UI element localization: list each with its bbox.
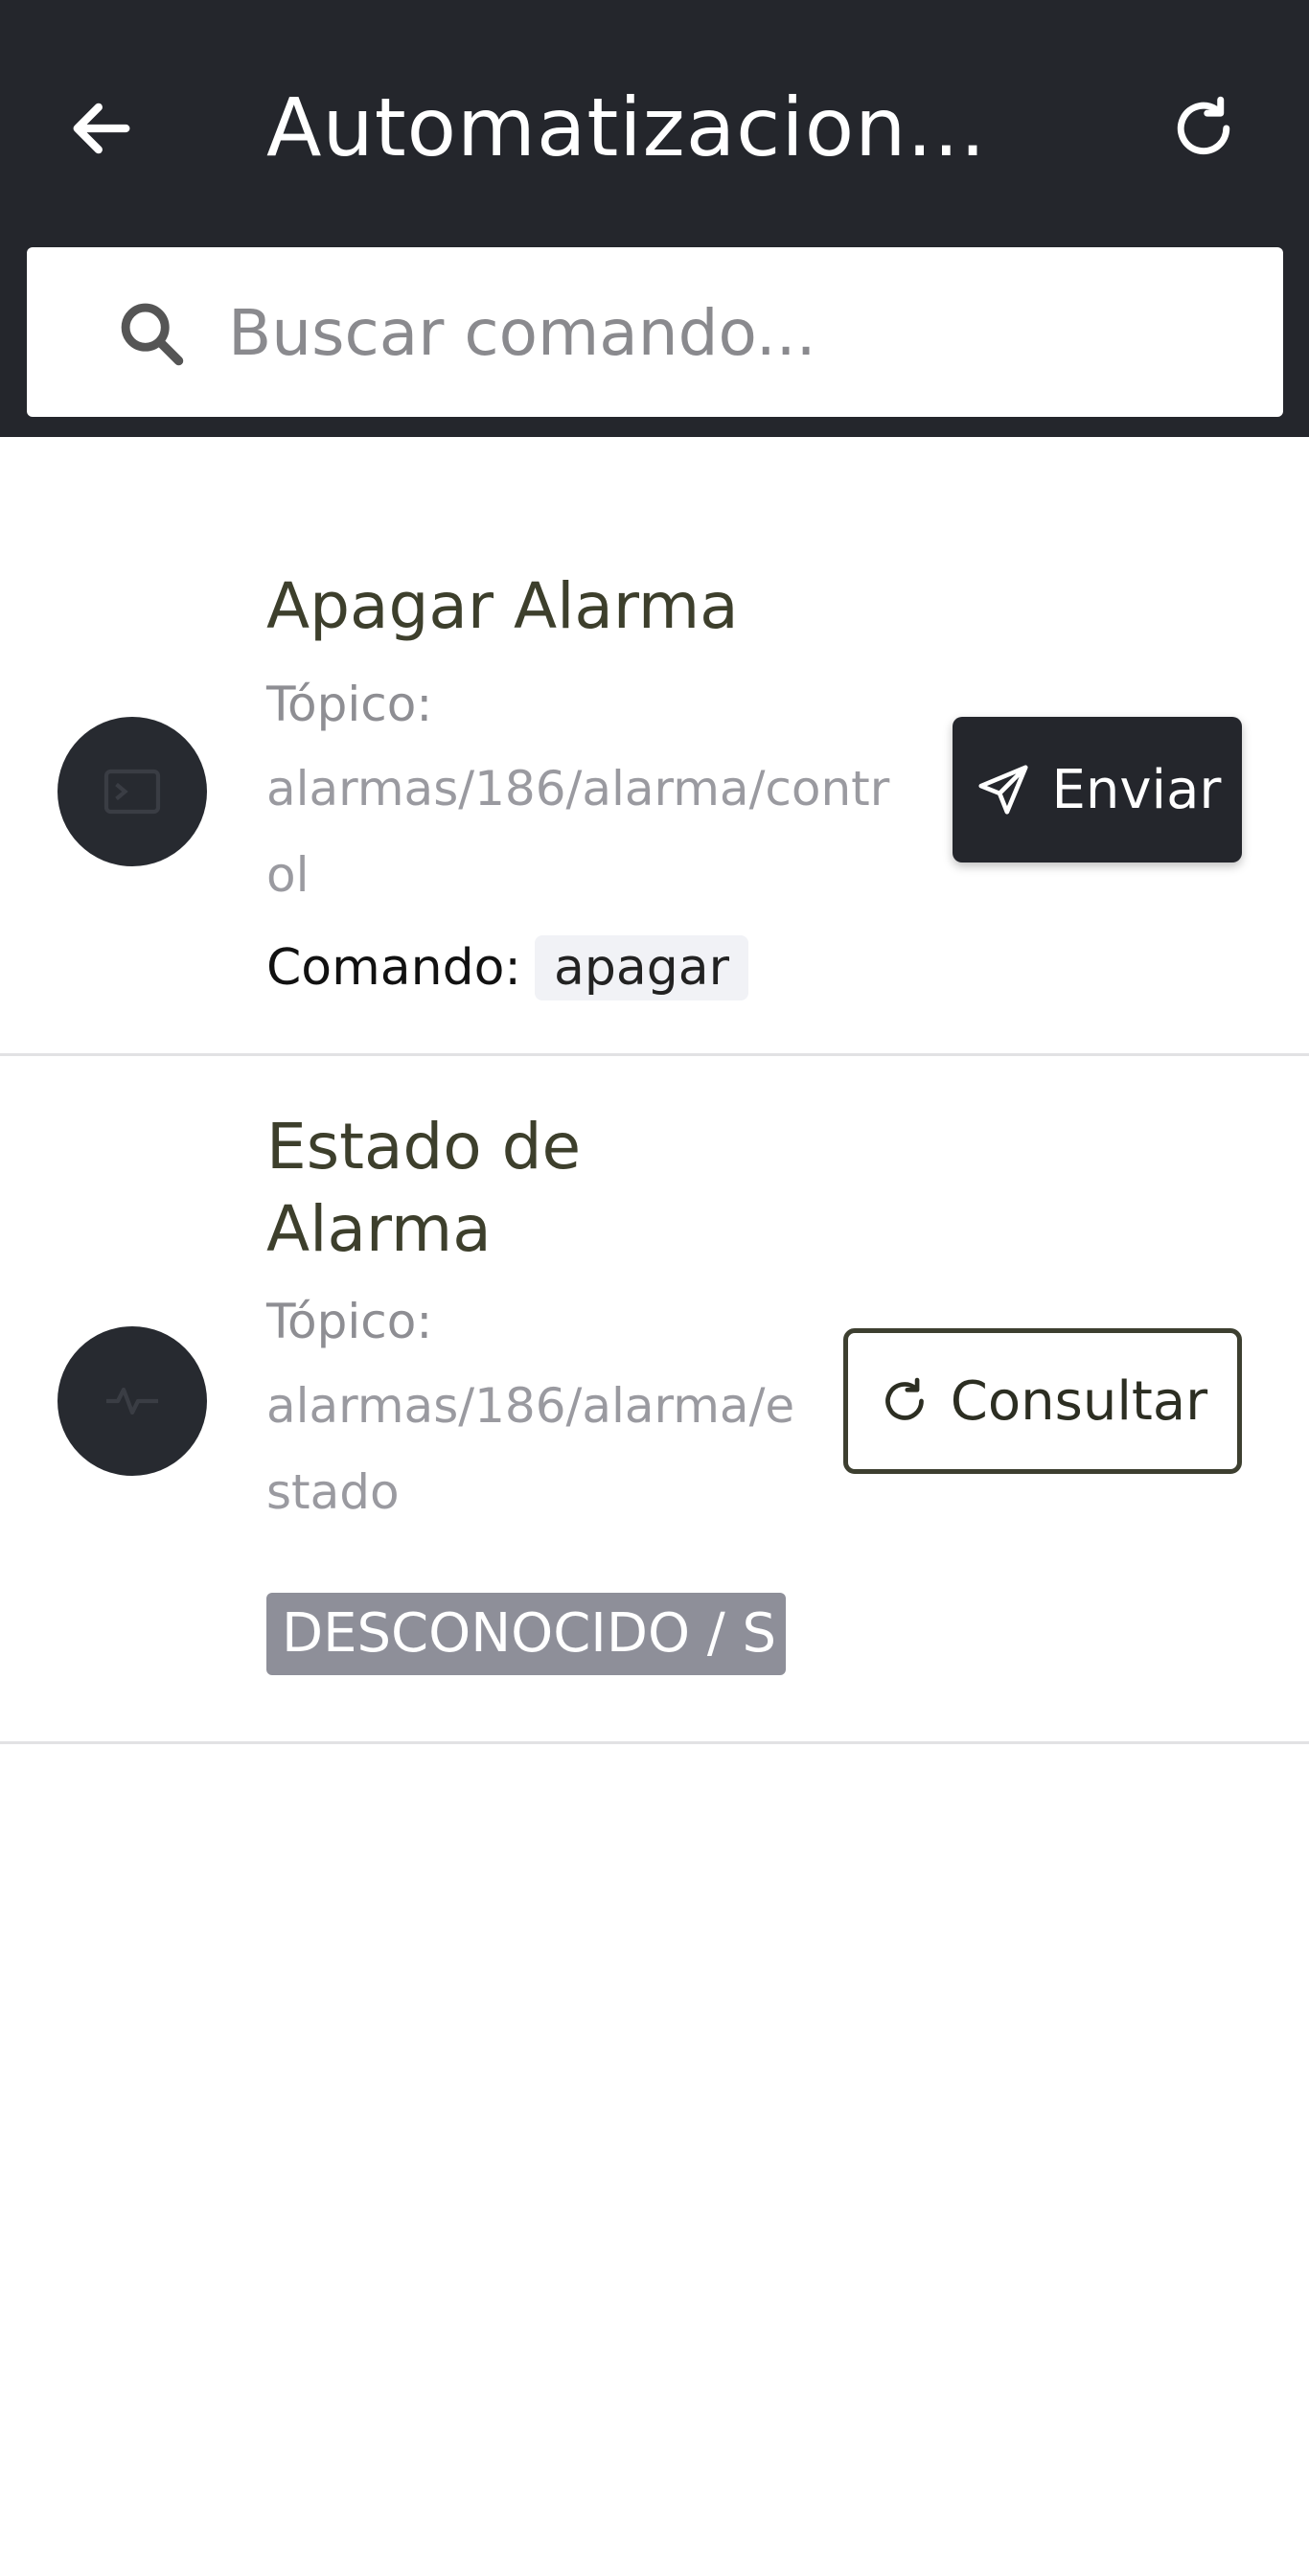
query-button[interactable]: Consultar	[843, 1328, 1242, 1474]
command-value: apagar	[534, 935, 748, 1000]
command-card-estado-alarma: Estado de Alarma Tópico: alarmas/186/ala…	[0, 1058, 1309, 1744]
refresh-icon	[1177, 96, 1230, 155]
send-button[interactable]: Enviar	[953, 717, 1242, 862]
command-label: Comando:	[266, 939, 521, 997]
refresh-button[interactable]	[1156, 80, 1252, 176]
back-button[interactable]	[54, 80, 149, 176]
command-avatar	[57, 1326, 207, 1476]
search-icon	[115, 297, 188, 370]
page-title: Automatizacion...	[266, 80, 987, 174]
search-bar[interactable]	[27, 247, 1283, 417]
command-title: Estado de Alarma	[266, 1110, 582, 1266]
command-avatar	[57, 717, 207, 866]
topic-label: Tópico:	[266, 677, 433, 732]
refresh-icon	[884, 1377, 924, 1420]
topic-value: alarmas/186/alarma/control	[266, 761, 890, 903]
pulse-icon	[106, 1387, 158, 1415]
command-card-apagar-alarma: Apagar Alarma Tópico: alarmas/186/alarma…	[0, 518, 1309, 1056]
search-input[interactable]	[228, 276, 1234, 389]
command-row: Comando: apagar	[266, 930, 748, 1006]
status-badge: DESCONOCIDO / S	[266, 1593, 786, 1675]
automations-screen: Automatizacion... Apagar Alarm	[0, 0, 1309, 2576]
send-button-label: Enviar	[1051, 758, 1222, 821]
app-bar: Automatizacion...	[0, 0, 1309, 437]
send-icon	[977, 765, 1028, 815]
arrow-left-icon	[73, 103, 130, 154]
topic-value: alarmas/186/alarma/estado	[266, 1378, 795, 1520]
command-title: Apagar Alarma	[266, 569, 739, 643]
topic-label: Tópico:	[266, 1294, 433, 1349]
query-button-label: Consultar	[950, 1369, 1208, 1433]
terminal-icon	[103, 769, 161, 815]
